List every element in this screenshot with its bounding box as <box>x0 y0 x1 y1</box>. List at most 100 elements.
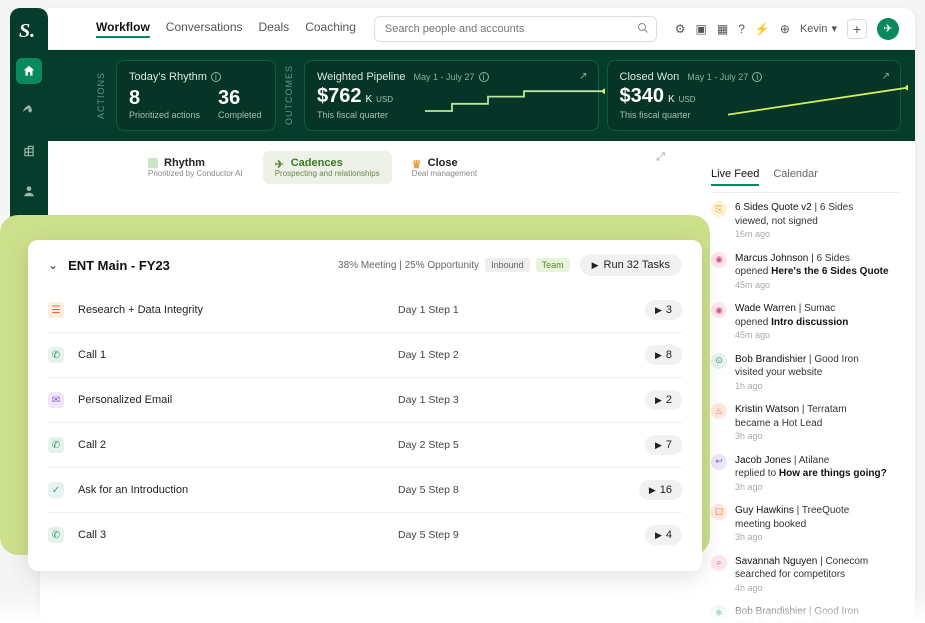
feed-item[interactable]: ◉ Wade Warren | Sumac opened Intro discu… <box>711 302 901 343</box>
step-run-button[interactable]: ▶2 <box>645 390 682 410</box>
search-input[interactable] <box>374 16 657 42</box>
cadence-step[interactable]: ✓ Ask for an Introduction Day 5 Step 8 ▶… <box>48 467 682 512</box>
feed-list: ⎘ 6 Sides Quote v2 | 6 Sides viewed, not… <box>711 201 901 623</box>
bolt-icon[interactable]: ⚡ <box>755 22 770 36</box>
sidebar-item-accounts[interactable] <box>16 138 42 164</box>
cadence-icon: ✈ <box>275 158 285 168</box>
feed-icon: ⊙ <box>711 353 727 369</box>
metrics-strip: Actions Today's Rhythmi 8Prioritized act… <box>40 50 915 141</box>
info-icon[interactable]: i <box>752 72 762 82</box>
sidebar-item-people[interactable] <box>16 178 42 204</box>
info-icon[interactable]: i <box>211 72 221 82</box>
mode-sub: Prospecting and relationships <box>275 169 380 178</box>
actions-label: Actions <box>96 72 106 119</box>
pipeline-range: May 1 - July 27 <box>413 72 474 82</box>
step-run-button[interactable]: ▶3 <box>645 300 682 320</box>
outcomes-label: Outcomes <box>284 65 294 125</box>
building-icon <box>22 144 36 158</box>
grid-icon[interactable]: ▦ <box>717 22 728 36</box>
steps-list: ☰ Research + Data Integrity Day 1 Step 1… <box>48 288 682 557</box>
tab-conversations[interactable]: Conversations <box>166 20 243 38</box>
feed-item[interactable]: ◉ Marcus Johnson | 6 Sides opened Here's… <box>711 252 901 293</box>
search-icon[interactable] <box>637 22 649 37</box>
step-type-icon: ☰ <box>48 302 64 318</box>
mode-sub: Prioritized by Conductor AI <box>148 169 243 178</box>
sidebar-item-rocket[interactable] <box>16 98 42 124</box>
tab-workflow[interactable]: Workflow <box>96 20 150 38</box>
play-icon: ▶ <box>655 440 662 451</box>
chat-icon[interactable]: ▣ <box>696 22 707 36</box>
step-name: Personalized Email <box>78 394 172 406</box>
avatar[interactable]: ✈ <box>877 18 899 40</box>
play-icon: ▶ <box>649 485 656 496</box>
rocket-icon <box>22 104 36 118</box>
feed-icon: ◉ <box>711 252 727 268</box>
expand-icon[interactable]: ↗ <box>579 71 587 82</box>
rhythm-completed: 36 <box>218 87 262 110</box>
sidebar-item-home[interactable] <box>16 58 42 84</box>
user-menu[interactable]: Kevin▾ <box>800 22 837 35</box>
won-unit: K <box>668 94 675 105</box>
step-run-button[interactable]: ▶8 <box>645 345 682 365</box>
step-run-button[interactable]: ▶16 <box>639 480 682 500</box>
card-rhythm[interactable]: Today's Rhythmi 8Prioritized actions 36C… <box>116 60 276 131</box>
step-name: Call 2 <box>78 439 106 451</box>
app-logo: S. <box>19 20 39 44</box>
feed-item[interactable]: ☐ Guy Hawkins | TreeQuote meeting booked… <box>711 504 901 545</box>
mode-cadences[interactable]: ✈Cadences Prospecting and relationships <box>263 151 392 184</box>
run-tasks-button[interactable]: ▶Run 32 Tasks <box>580 254 682 276</box>
feed-icon: ♨ <box>711 403 727 419</box>
tune-icon[interactable]: ⚙︎ <box>675 22 686 36</box>
step-day: Day 1 Step 1 <box>398 304 459 316</box>
cadence-step[interactable]: ☰ Research + Data Integrity Day 1 Step 1… <box>48 288 682 332</box>
expand-icon[interactable]: ↗ <box>882 71 890 82</box>
pipeline-value: $762 <box>317 85 362 108</box>
add-button[interactable]: + <box>847 19 867 39</box>
rhythm-sub-a: Prioritized actions <box>129 110 200 120</box>
feed-item[interactable]: ↩ Jacob Jones | Atilane replied to How a… <box>711 454 901 495</box>
tab-livefeed[interactable]: Live Feed <box>711 168 759 186</box>
step-run-button[interactable]: ▶4 <box>645 525 682 545</box>
info-icon[interactable]: i <box>479 72 489 82</box>
step-name: Call 3 <box>78 529 106 541</box>
step-day: Day 2 Step 5 <box>398 439 459 451</box>
won-value: $340 <box>620 85 665 108</box>
won-cur: USD <box>679 95 696 104</box>
cadence-step[interactable]: ✉ Personalized Email Day 1 Step 3 ▶2 <box>48 377 682 422</box>
play-icon: ▶ <box>655 305 662 316</box>
cadence-step[interactable]: ✆ Call 2 Day 2 Step 5 ▶7 <box>48 422 682 467</box>
step-type-icon: ✆ <box>48 527 64 543</box>
expand-icon[interactable]: ⤢ <box>656 151 665 164</box>
feed-item[interactable]: ⎘ 6 Sides Quote v2 | 6 Sides viewed, not… <box>711 201 901 242</box>
feed-item[interactable]: ⌕ Savannah Nguyen | Conecom searched for… <box>711 555 901 596</box>
step-name: Call 1 <box>78 349 106 361</box>
step-type-icon: ✓ <box>48 482 64 498</box>
tab-coaching[interactable]: Coaching <box>305 20 356 38</box>
feed-body: Kristin Watson | Terratam became a Hot L… <box>735 403 847 444</box>
mode-close[interactable]: ♛Close Deal management <box>400 151 510 184</box>
cadence-step[interactable]: ✆ Call 3 Day 5 Step 9 ▶4 <box>48 512 682 557</box>
step-type-icon: ✆ <box>48 347 64 363</box>
feed-icon: ↩ <box>711 454 727 470</box>
tab-calendar[interactable]: Calendar <box>773 168 818 186</box>
step-name: Ask for an Introduction <box>78 484 188 496</box>
collapse-toggle[interactable]: ⌄ <box>48 258 58 272</box>
step-day: Day 5 Step 8 <box>398 484 459 496</box>
mode-rhythm[interactable]: Rhythm Prioritized by Conductor AI <box>136 151 255 184</box>
step-day: Day 1 Step 3 <box>398 394 459 406</box>
pipeline-title: Weighted Pipeline <box>317 71 405 83</box>
help-icon[interactable]: ? <box>738 22 745 36</box>
step-run-button[interactable]: ▶7 <box>645 435 682 455</box>
tag-inbound: Inbound <box>485 258 530 272</box>
card-pipeline[interactable]: ↗ Weighted Pipeline May 1 - July 27 i $762… <box>304 60 599 131</box>
tab-deals[interactable]: Deals <box>259 20 290 38</box>
feed-item[interactable]: ♨ Kristin Watson | Terratam became a Hot… <box>711 403 901 444</box>
feed-item[interactable]: ✱ Bob Brandishier | Good Iron 50% Produc… <box>711 605 901 623</box>
won-range: May 1 - July 27 <box>687 72 748 82</box>
feed-body: Bob Brandishier | Good Iron 50% Product … <box>735 605 893 623</box>
globe-icon[interactable]: ⊕ <box>780 22 790 36</box>
feed-item[interactable]: ⊙ Bob Brandishier | Good Iron visited yo… <box>711 353 901 394</box>
pipeline-unit: K <box>366 94 373 105</box>
card-won[interactable]: ↗ Closed WonMay 1 - July 27i $340KUSD Th… <box>607 60 902 131</box>
cadence-step[interactable]: ✆ Call 1 Day 1 Step 2 ▶8 <box>48 332 682 377</box>
